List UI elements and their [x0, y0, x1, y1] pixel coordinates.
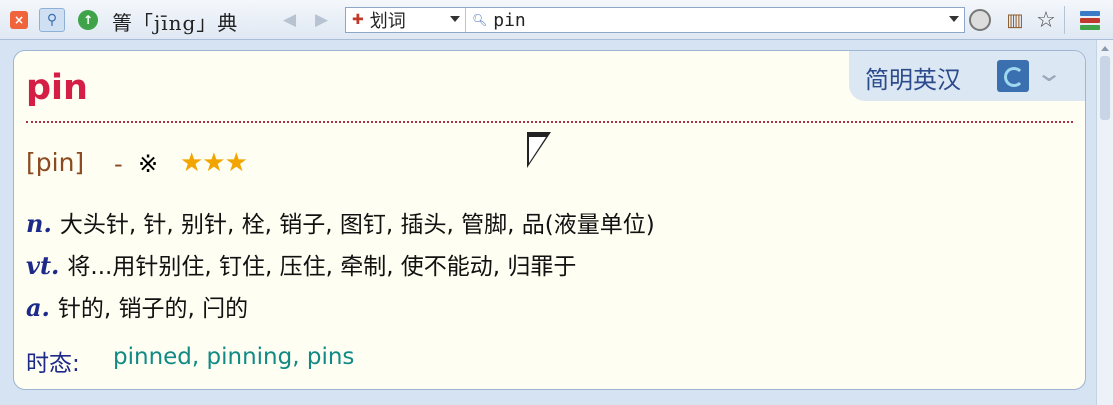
pin-icon[interactable]: ⚲ — [39, 8, 65, 32]
tense-forms[interactable]: pinned, pinning, pins — [113, 344, 354, 370]
search-box[interactable]: 🔍︎ — [466, 8, 964, 32]
star-icon[interactable]: ☆ — [1034, 8, 1058, 33]
headword: pin — [26, 68, 88, 108]
definition-verb: vt. 将...用针别住, 钉住, 压住, 牵制, 使不能动, 归罪于 — [26, 247, 576, 281]
dictionary-name: 简明英汉 — [865, 66, 961, 94]
definition-adjective: a. 针的, 销子的, 闩的 — [26, 289, 248, 323]
mode-select[interactable]: ✚ 划词 — [346, 8, 466, 32]
phonetic-dash: - — [114, 150, 123, 178]
books-icon[interactable] — [1077, 8, 1103, 32]
dictionary-selector[interactable]: 简明英汉 ⌄ — [849, 51, 1085, 101]
up-arrow-icon[interactable]: ↑ — [78, 10, 98, 30]
plus-icon: ✚ — [352, 12, 364, 28]
tense-label: 时态: — [26, 351, 80, 377]
divider — [26, 121, 1073, 123]
toolbar: × ⚲ ↑ 箐「jīng」典 ◀ ▶ ✚ 划词 🔍︎ ▥ ☆ — [0, 0, 1113, 40]
search-combo: ✚ 划词 🔍︎ — [345, 7, 965, 33]
close-icon[interactable]: × — [10, 11, 28, 29]
right-arrow-icon[interactable]: ▶ — [315, 10, 328, 30]
search-dropdown-icon[interactable] — [949, 16, 959, 22]
scroll-thumb[interactable] — [1100, 56, 1110, 120]
chevron-down-icon[interactable]: ⌄ — [1035, 59, 1063, 87]
search-input[interactable] — [493, 9, 934, 31]
speaker-icon[interactable] — [968, 8, 992, 32]
phonetic: [pin] — [26, 148, 85, 177]
toolbar-separator — [1064, 6, 1065, 34]
part-of-speech: n. — [26, 209, 52, 238]
book-icon[interactable]: ▥ — [1003, 8, 1027, 32]
refresh-icon[interactable] — [997, 60, 1029, 92]
left-arrow-icon[interactable]: ◀ — [283, 10, 296, 30]
app-title: 箐「jīng」典 — [112, 11, 239, 35]
part-of-speech: vt. — [26, 251, 60, 280]
definition-text: 大头针, 针, 别针, 栓, 销子, 图钉, 插头, 管脚, 品(液量单位) — [59, 212, 655, 238]
scrollbar[interactable] — [1096, 40, 1113, 405]
frequency-stars: ★★★ — [180, 148, 248, 178]
scroll-up-icon[interactable] — [1101, 46, 1109, 51]
definition-noun: n. 大头针, 针, 别针, 栓, 销子, 图钉, 插头, 管脚, 品(液量单位) — [26, 205, 655, 239]
definition-text: 将...用针别住, 钉住, 压住, 牵制, 使不能动, 归罪于 — [67, 254, 577, 280]
definition-text: 针的, 销子的, 闩的 — [57, 296, 249, 322]
part-of-speech: a. — [26, 293, 50, 322]
mode-label: 划词 — [369, 11, 406, 32]
reference-mark: ※ — [138, 150, 159, 178]
search-icon: 🔍︎ — [472, 13, 488, 27]
chevron-down-icon[interactable] — [450, 16, 460, 22]
